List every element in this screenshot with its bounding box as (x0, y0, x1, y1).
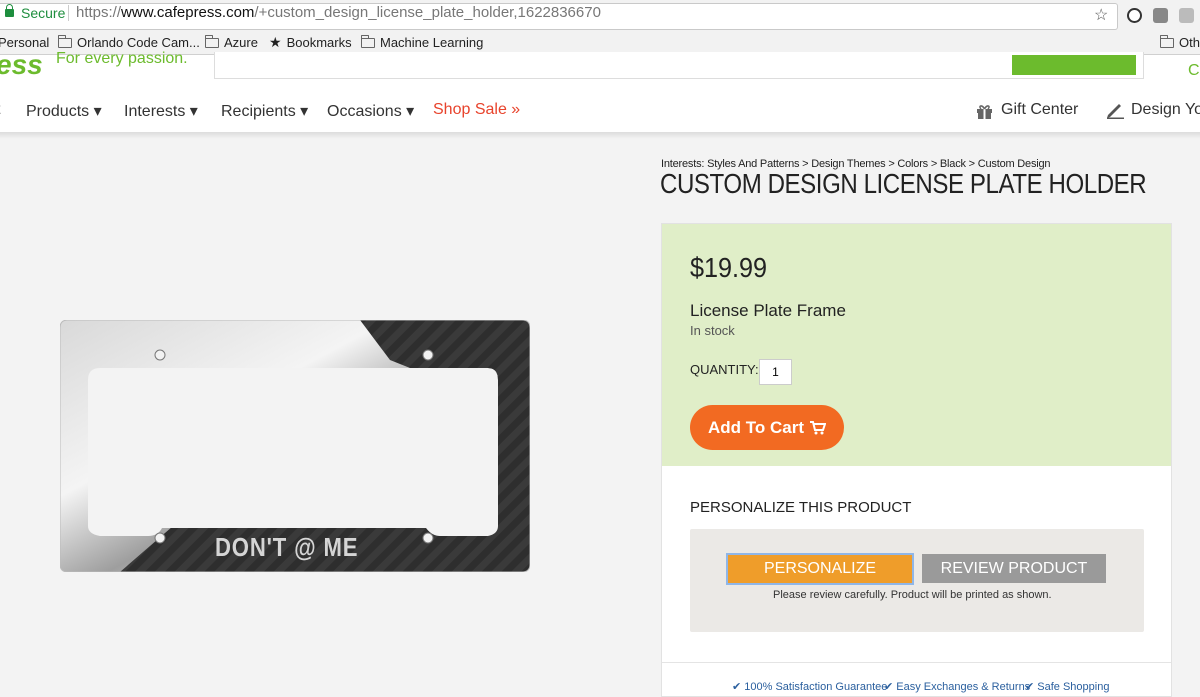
search-button[interactable] (1012, 55, 1136, 75)
bookmark-orlando-code-camp[interactable]: Orlando Code Cam... (57, 34, 200, 50)
url-path: /+custom_design_license_plate_holder,162… (254, 4, 601, 21)
extension-icon[interactable] (1127, 8, 1142, 23)
url-scheme: https:// (76, 4, 122, 21)
guarantee-label: 100% Satisfaction Guarantee (744, 681, 888, 693)
folder-icon (57, 34, 72, 48)
nav-shadow (0, 132, 1200, 139)
bookmark-machine-learning[interactable]: Machine Learning (360, 34, 484, 50)
pencil-icon (1106, 100, 1125, 124)
url-domain: www.cafepress.com (121, 4, 255, 21)
panel-divider (662, 662, 1171, 663)
secure-label: Secure (21, 5, 66, 21)
check-icon: ✔ (1025, 681, 1035, 693)
guarantee-satisfaction: ✔ 100% Satisfaction Guarantee (732, 680, 887, 693)
nav-occasions[interactable]: Occasions ▾ (327, 101, 414, 121)
bookmark-label: Orlando Code Cam... (77, 35, 200, 50)
nav-products[interactable]: Products ▾ (26, 101, 102, 121)
lock-icon (5, 4, 14, 17)
bookmark-label: Personal (0, 35, 50, 50)
check-icon: ✔ (884, 681, 894, 693)
nav-recipients[interactable]: Recipients ▾ (221, 101, 308, 121)
add-to-cart-button[interactable]: Add To Cart (690, 405, 844, 450)
search-input[interactable] (214, 52, 1144, 79)
review-note: Please review carefully. Product will be… (773, 589, 1052, 601)
bookmark-bookmarks[interactable]: ★ Bookmarks (269, 34, 352, 51)
nav-design-your-own[interactable]: Design You (1131, 101, 1200, 119)
guarantee-label: Easy Exchanges & Returns (896, 681, 1031, 693)
bookmark-label: Bookmarks (286, 35, 352, 50)
folder-icon (360, 34, 375, 48)
cafepress-logo[interactable]: ess (0, 49, 43, 81)
nav-gift-center[interactable]: Gift Center (1001, 101, 1078, 119)
guarantee-exchanges: ✔ Easy Exchanges & Returns (884, 680, 1030, 693)
nav-interests[interactable]: Interests ▾ (124, 101, 198, 121)
product-title: CUSTOM DESIGN LICENSE PLATE HOLDER (660, 168, 1147, 199)
bookmark-star-icon[interactable]: ☆ (1094, 5, 1108, 25)
extension-icon[interactable] (1179, 8, 1194, 23)
bookmark-other[interactable]: Oth (1159, 34, 1200, 50)
quantity-input[interactable] (759, 359, 792, 385)
quantity-label: QUANTITY: (690, 362, 759, 377)
gift-icon (976, 103, 993, 125)
product-name: License Plate Frame (690, 301, 846, 320)
stock-status: In stock (690, 323, 735, 338)
tagline: For every passion. (56, 50, 188, 67)
bookmark-label: Machine Learning (380, 35, 484, 50)
plate-custom-text: DON'T @ ME (215, 532, 359, 562)
personalize-button[interactable]: PERSONALIZE (726, 553, 914, 585)
guarantee-label: Safe Shopping (1037, 681, 1110, 693)
bookmark-personal[interactable]: Personal (0, 35, 49, 50)
folder-icon (204, 34, 219, 48)
cart-icon (810, 420, 826, 434)
reader-icon[interactable] (1153, 8, 1168, 23)
review-product-button[interactable]: REVIEW PRODUCT (922, 554, 1106, 583)
star-icon: ★ (269, 34, 282, 50)
bookmark-label: Azure (224, 35, 258, 50)
url-separator (68, 5, 69, 21)
header-right-fragment: C (1188, 62, 1200, 79)
bookmark-label: Oth (1179, 35, 1200, 50)
nav-shop-sale[interactable]: Shop Sale » (433, 101, 520, 119)
product-price: $19.99 (690, 252, 768, 283)
personalize-heading: PERSONALIZE THIS PRODUCT (690, 499, 912, 516)
folder-icon (1159, 34, 1174, 48)
guarantee-safe-shopping: ✔ Safe Shopping (1025, 680, 1109, 693)
url-text[interactable]: https://www.cafepress.com/+custom_design… (76, 4, 601, 21)
add-to-cart-label: Add To Cart (707, 417, 804, 437)
check-icon: ✔ (732, 681, 742, 693)
bookmark-azure[interactable]: Azure (204, 34, 258, 50)
